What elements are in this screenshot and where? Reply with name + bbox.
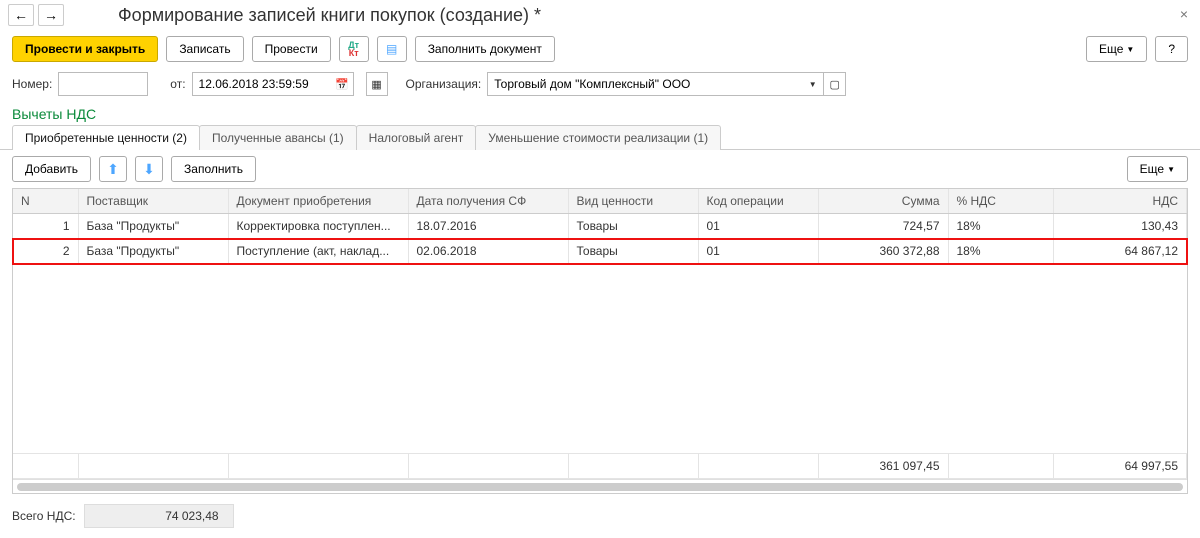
org-open-icon[interactable]: ▢ [824, 72, 846, 96]
blank-area [13, 264, 1187, 454]
calendar-icon[interactable]: 📅 [332, 72, 354, 96]
org-label: Организация: [406, 77, 482, 91]
total-vat-label: Всего НДС: [12, 509, 76, 523]
cell-date: 18.07.2016 [408, 214, 568, 239]
more-button[interactable]: Еще ▼ [1086, 36, 1147, 62]
arrow-down-icon: ⬇ [143, 161, 155, 178]
col-type[interactable]: Вид ценности [568, 189, 698, 214]
total-vat-value: 74 023,48 [84, 504, 234, 528]
cell-op: 01 [698, 214, 818, 239]
cell-sum: 724,57 [818, 214, 948, 239]
cell-type: Товары [568, 214, 698, 239]
tab-purchased-values[interactable]: Приобретенные ценности (2) [12, 125, 200, 150]
help-button[interactable]: ? [1155, 36, 1188, 62]
cell-doc: Поступление (акт, наклад... [228, 239, 408, 264]
cell-n: 1 [13, 214, 78, 239]
cell-supplier: База "Продукты" [78, 214, 228, 239]
number-input[interactable] [58, 72, 148, 96]
table-row[interactable]: 1 База "Продукты" Корректировка поступле… [13, 214, 1187, 239]
col-vat[interactable]: НДС [1053, 189, 1187, 214]
move-up-button[interactable]: ⬆ [99, 156, 127, 182]
save-button[interactable]: Записать [166, 36, 243, 62]
date-input[interactable] [192, 72, 332, 96]
chevron-down-icon: ▼ [1167, 165, 1175, 174]
col-doc[interactable]: Документ приобретения [228, 189, 408, 214]
cell-type: Товары [568, 239, 698, 264]
col-pct[interactable]: % НДС [948, 189, 1053, 214]
post-button[interactable]: Провести [252, 36, 331, 62]
total-sum: 361 097,45 [818, 454, 948, 479]
col-sum[interactable]: Сумма [818, 189, 948, 214]
fill-document-button[interactable]: Заполнить документ [415, 36, 555, 62]
close-icon[interactable]: × [1180, 6, 1188, 22]
table-row[interactable]: 2 База "Продукты" Поступление (акт, накл… [13, 239, 1187, 264]
scroll-thumb[interactable] [17, 483, 1183, 491]
col-date[interactable]: Дата получения СФ [408, 189, 568, 214]
cell-date: 02.06.2018 [408, 239, 568, 264]
sub-more-button[interactable]: Еще ▼ [1127, 156, 1188, 182]
cell-op: 01 [698, 239, 818, 264]
cell-vat: 64 867,12 [1053, 239, 1187, 264]
tab-tax-agent[interactable]: Налоговый агент [356, 125, 477, 150]
dtkt-button[interactable]: ДтКт [339, 36, 369, 62]
col-op[interactable]: Код операции [698, 189, 818, 214]
from-label: от: [170, 77, 185, 91]
org-dropdown-icon[interactable]: ▼ [802, 72, 824, 96]
col-supplier[interactable]: Поставщик [78, 189, 228, 214]
links-icon: ▤ [386, 42, 397, 56]
cell-doc: Корректировка поступлен... [228, 214, 408, 239]
add-row-button[interactable]: Добавить [12, 156, 91, 182]
chevron-down-icon: ▼ [809, 80, 817, 89]
dtkt-icon: ДтКт [348, 41, 359, 57]
chevron-down-icon: ▼ [1126, 45, 1134, 54]
col-n[interactable]: N [13, 189, 78, 214]
values-table: N Поставщик Документ приобретения Дата п… [13, 189, 1187, 479]
number-label: Номер: [12, 77, 52, 91]
horizontal-scrollbar[interactable] [13, 479, 1187, 493]
move-down-button[interactable]: ⬇ [135, 156, 163, 182]
cell-supplier: База "Продукты" [78, 239, 228, 264]
org-input[interactable] [487, 72, 802, 96]
add-link-button[interactable]: ▦ [366, 72, 388, 96]
tab-received-advances[interactable]: Полученные авансы (1) [199, 125, 357, 150]
cell-vat: 130,43 [1053, 214, 1187, 239]
cell-pct: 18% [948, 239, 1053, 264]
cell-pct: 18% [948, 214, 1053, 239]
post-and-close-button[interactable]: Провести и закрыть [12, 36, 158, 62]
fill-button[interactable]: Заполнить [171, 156, 256, 182]
section-title: Вычеты НДС [0, 100, 1200, 124]
total-vat: 64 997,55 [1053, 454, 1187, 479]
tab-sales-decrease[interactable]: Уменьшение стоимости реализации (1) [475, 125, 721, 150]
cell-n: 2 [13, 239, 78, 264]
related-links-button[interactable]: ▤ [377, 36, 407, 62]
arrow-up-icon: ⬆ [107, 161, 119, 178]
forward-button[interactable]: → [38, 4, 64, 26]
totals-row: 361 097,45 64 997,55 [13, 454, 1187, 479]
page-title: Формирование записей книги покупок (созд… [118, 5, 541, 26]
cell-sum: 360 372,88 [818, 239, 948, 264]
back-button[interactable]: ← [8, 4, 34, 26]
table-header-row: N Поставщик Документ приобретения Дата п… [13, 189, 1187, 214]
